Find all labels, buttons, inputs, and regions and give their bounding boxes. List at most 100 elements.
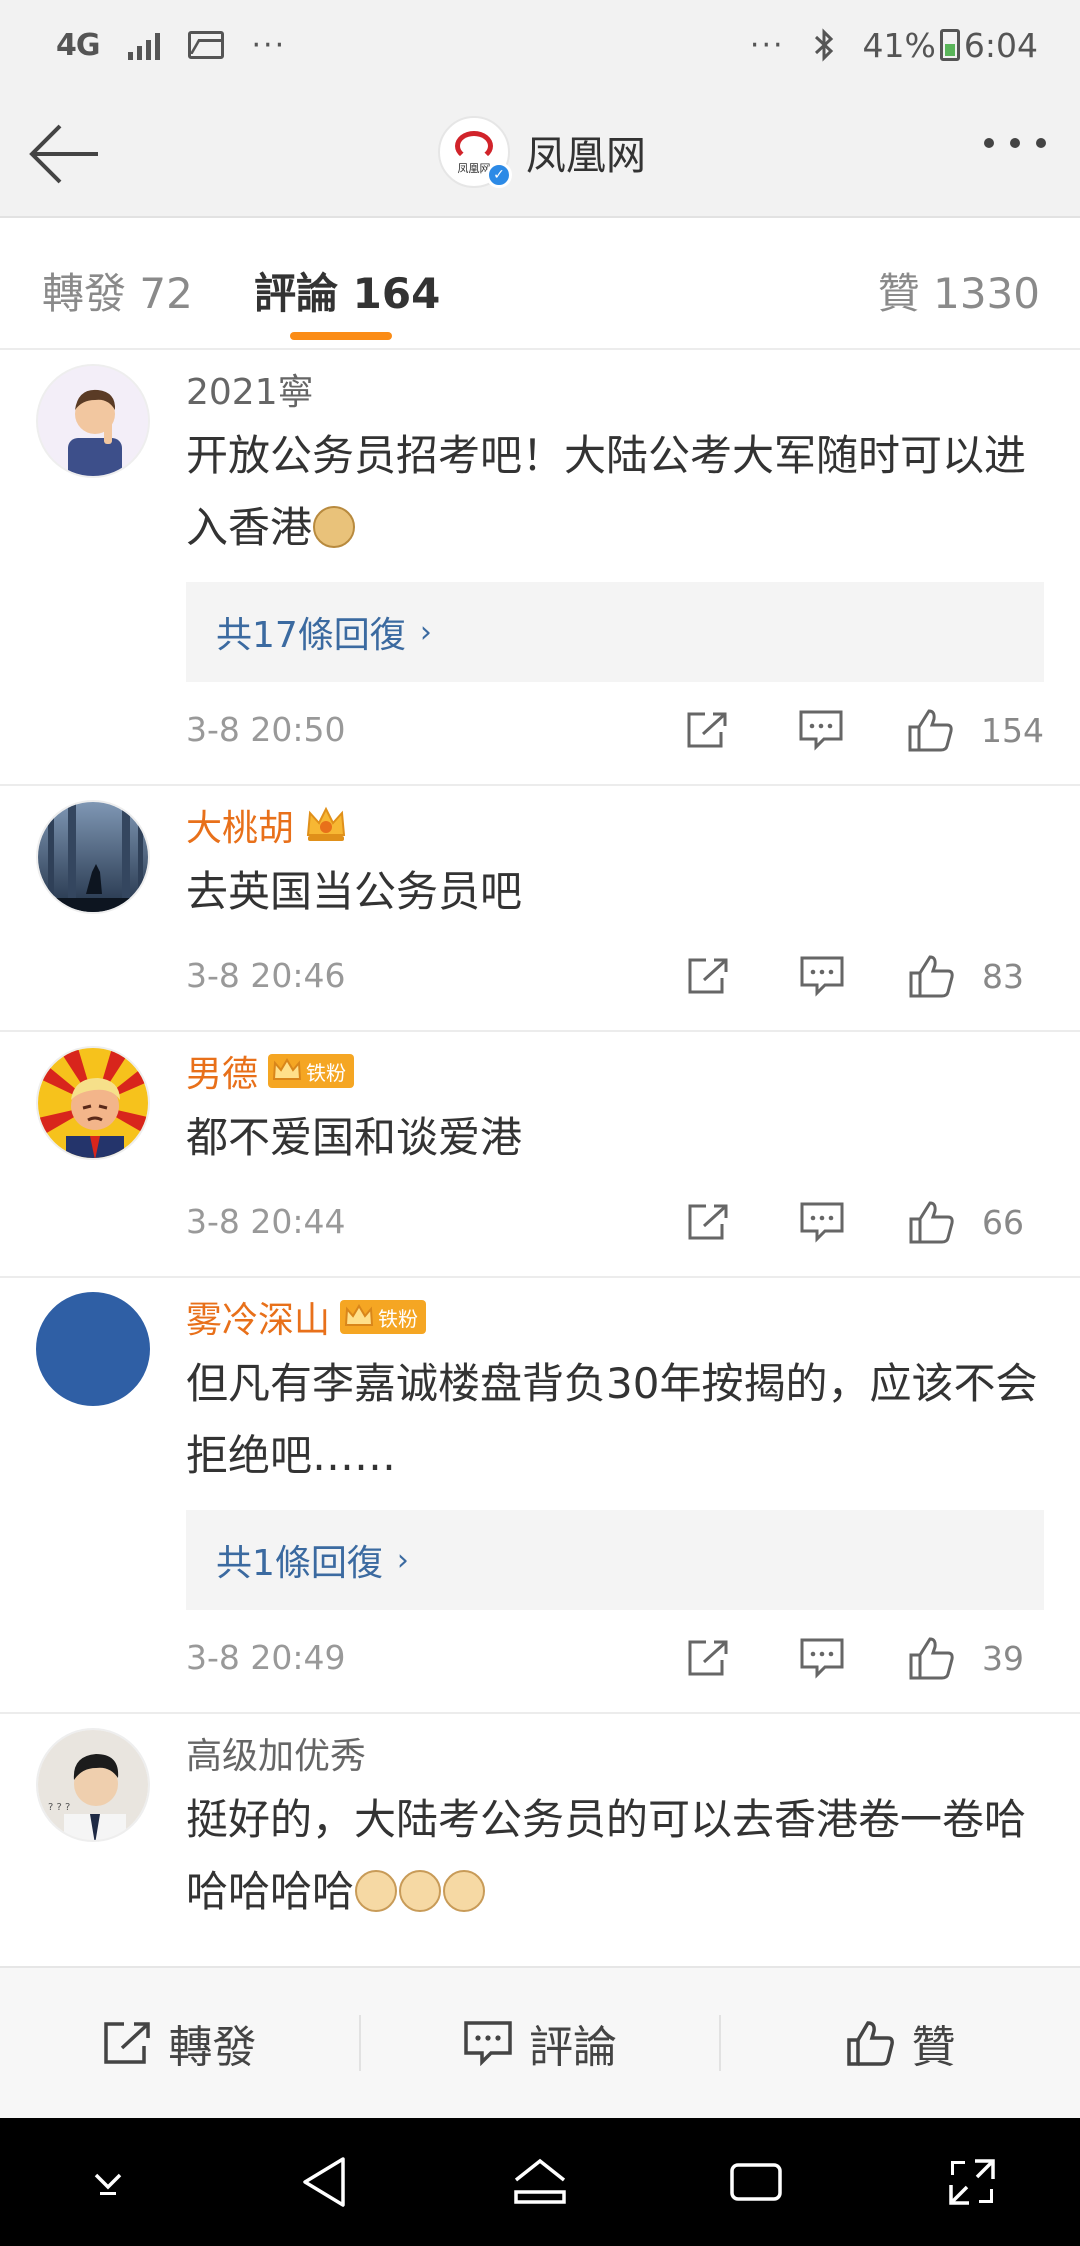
username-row: 雾冷深山 铁粉 (186, 1292, 1044, 1342)
comment-item: ? ? ? 高级加优秀 挺好的，大陆考公务员的可以去香港卷一卷哈哈哈哈哈 (0, 1714, 1080, 1928)
username-row: 男德 铁粉 (186, 1046, 1044, 1096)
cat-emoji-icon (399, 1869, 442, 1912)
timestamp: 3-8 20:44 (186, 1202, 346, 1241)
share-button[interactable] (672, 1628, 744, 1688)
replies-link[interactable]: 共17條回復 › (186, 582, 1044, 682)
comment-actions: 39 (672, 1628, 1044, 1688)
status-left: 4G ··· (56, 28, 286, 63)
comment-meta: 3-8 20:50 154 (186, 682, 1044, 784)
tab-bar: 轉發 72 評論 164 贊 1330 (0, 218, 1080, 350)
recents-nav-button[interactable] (721, 2147, 791, 2217)
comment-body: 挺好的，大陆考公务员的可以去香港卷一卷哈哈哈哈哈 (186, 1795, 1027, 1916)
avatar[interactable] (36, 1046, 150, 1160)
comment-actions: 66 (672, 1192, 1044, 1252)
thumbs-up-icon (846, 2021, 894, 2066)
fan-crown-icon (344, 1304, 374, 1326)
account-header[interactable]: 凤凰网 ✓ 凤凰网 (438, 116, 646, 188)
back-nav-button[interactable] (289, 2147, 359, 2217)
expand-nav-button[interactable] (937, 2147, 1007, 2217)
status-bar: 4G ··· ··· 41% 6:04 (0, 0, 1080, 90)
bottom-action-bar: 轉發 評論 贊 (0, 1966, 1080, 2118)
username[interactable]: 男德 (186, 1045, 258, 1097)
comment-actions: 154 (671, 700, 1044, 760)
comment-icon (464, 2021, 512, 2066)
comment-label: 評論 (529, 2022, 617, 2073)
svg-text:? ? ?: ? ? ? (48, 1802, 70, 1813)
username-row: 高级加优秀 (186, 1728, 1044, 1778)
reply-button[interactable] (786, 1628, 858, 1688)
tab-reposts[interactable]: 轉發 72 (42, 260, 193, 321)
tab-comments[interactable]: 評論 164 (254, 260, 440, 321)
comment-text: 但凡有李嘉诚楼盘背负30年按揭的，应该不会拒绝吧…… (186, 1348, 1044, 1492)
system-navigation-bar (0, 2118, 1080, 2246)
more-status-icon: ··· (749, 27, 785, 63)
home-nav-button[interactable] (505, 2147, 575, 2217)
reply-button[interactable] (786, 1192, 858, 1252)
like-count: 39 (982, 1638, 1024, 1678)
reply-button[interactable] (786, 946, 858, 1006)
hide-keyboard-button[interactable] (73, 2147, 143, 2217)
like-button[interactable] (896, 1192, 968, 1252)
timestamp: 3-8 20:50 (186, 710, 346, 749)
dot-icon (1036, 138, 1046, 148)
like-button[interactable] (895, 700, 967, 760)
iron-fan-badge: 铁粉 (268, 1054, 355, 1088)
repost-button[interactable]: 轉發 (0, 2011, 359, 2075)
active-tab-indicator (290, 332, 392, 340)
username[interactable]: 雾冷深山 (186, 1291, 330, 1343)
share-button[interactable] (672, 1192, 744, 1252)
like-button[interactable]: 贊 (721, 2011, 1080, 2075)
network-type: 4G (56, 27, 100, 63)
reply-button[interactable] (785, 700, 857, 760)
replies-count: 共17條回復 (216, 615, 406, 656)
avatar[interactable] (36, 1292, 150, 1406)
battery-icon (939, 29, 960, 61)
like-count: 66 (982, 1202, 1024, 1242)
like-count: 154 (981, 710, 1044, 750)
doge-emoji-icon (313, 505, 356, 548)
nav-bar: 凤凰网 ✓ 凤凰网 (0, 90, 1080, 218)
thumbs-up-icon (909, 1201, 954, 1244)
username[interactable]: 大桃胡 (186, 799, 294, 851)
avatar[interactable]: ? ? ? (36, 1728, 150, 1842)
comment-body: 都不爱国和谈爱港 (186, 1113, 523, 1162)
avatar[interactable] (36, 800, 150, 914)
comment-item: 2021寧 开放公务员招考吧！大陆公考大军随时可以进入香港 共17條回復 › 3… (0, 350, 1080, 786)
signal-icon (127, 30, 160, 60)
comment-body: 去英国当公务员吧 (186, 867, 523, 916)
more-options-button[interactable] (984, 138, 1046, 148)
avatar[interactable] (36, 364, 150, 478)
comment-item: 大桃胡 去英国当公务员吧 3-8 20:46 83 (0, 786, 1080, 1032)
timestamp: 3-8 20:46 (186, 956, 346, 995)
thumbs-up-icon (909, 1637, 954, 1680)
comment-list: 2021寧 开放公务员招考吧！大陆公考大军随时可以进入香港 共17條回復 › 3… (0, 350, 1080, 1966)
like-button[interactable] (896, 1628, 968, 1688)
back-button[interactable] (24, 120, 104, 188)
back-arrow-icon (29, 124, 98, 184)
chevron-right-icon: › (396, 1542, 409, 1578)
share-icon (688, 1204, 728, 1240)
share-button[interactable] (671, 700, 743, 760)
fan-badge-label: 铁粉 (378, 1306, 419, 1331)
username[interactable]: 高级加优秀 (186, 1727, 366, 1779)
share-icon (688, 1640, 728, 1676)
home-icon (514, 2158, 566, 2204)
replies-link[interactable]: 共1條回復 › (186, 1510, 1044, 1610)
username-row: 2021寧 (186, 364, 1044, 414)
comment-text: 都不爱国和谈爱港 (186, 1102, 1044, 1174)
replies-count: 共1條回復 (216, 1543, 383, 1584)
expand-icon (949, 2159, 995, 2205)
username[interactable]: 2021寧 (186, 363, 314, 415)
like-button[interactable] (896, 946, 968, 1006)
fan-badge-label: 铁粉 (306, 1060, 347, 1085)
recents-icon (730, 2163, 782, 2201)
repost-label: 轉發 (168, 2022, 257, 2073)
tab-likes[interactable]: 贊 1330 (878, 260, 1040, 321)
page-title: 凤凰网 (526, 133, 646, 179)
status-right: ··· 41% 6:04 (750, 26, 1038, 65)
dot-icon (984, 138, 994, 148)
clock: 6:04 (963, 25, 1038, 65)
comment-icon (800, 1638, 844, 1679)
comment-button[interactable]: 評論 (361, 2011, 720, 2075)
share-button[interactable] (672, 946, 744, 1006)
